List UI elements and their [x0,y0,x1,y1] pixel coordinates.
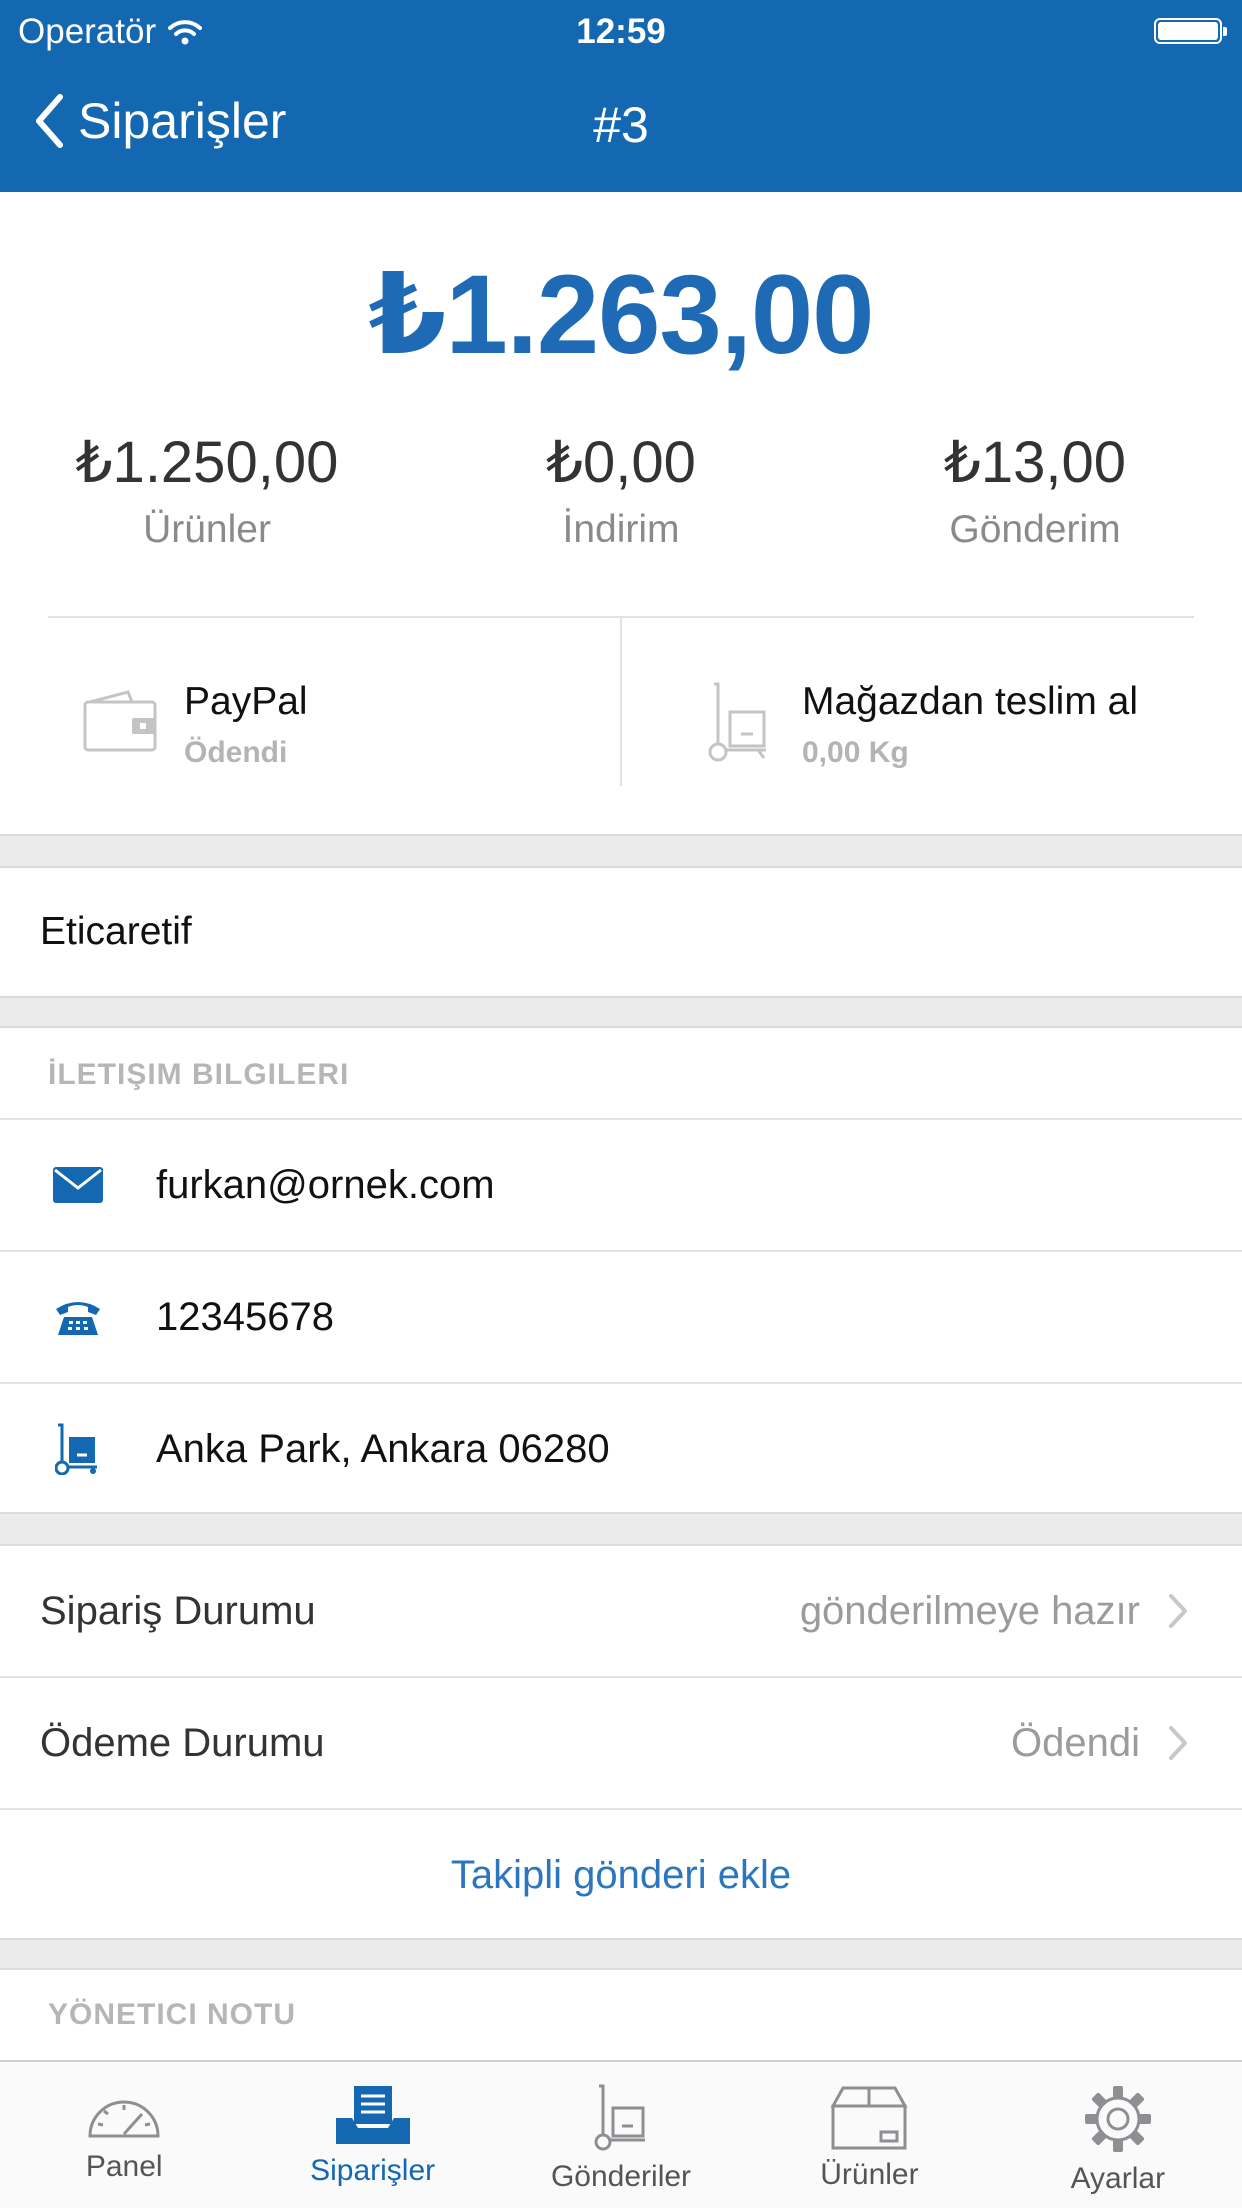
contact-email: furkan@ornek.com [156,1162,495,1207]
payment-info: PayPal Ödendi [82,680,308,770]
wallet-icon [83,690,157,752]
tab-label: Gönderiler [550,2160,692,2193]
order-status-row[interactable]: Sipariş Durumu gönderilmeye hazır [0,1546,1242,1676]
section-gap [0,1512,1242,1546]
tab-label: Siparişler [310,2154,436,2187]
contact-email-row[interactable]: furkan@ornek.com [0,1120,1242,1250]
tab-shipments[interactable]: Gönderiler [497,2062,745,2208]
stat-products: ₺1.250,00 Ürünler [0,428,414,552]
payment-status-text: Ödendi [184,736,288,769]
contact-phone-row[interactable]: 12345678 [0,1252,1242,1382]
payment-status-row[interactable]: Ödeme Durumu Ödendi [0,1678,1242,1808]
gear-icon [1084,2086,1151,2152]
payment-shipping-info: PayPal Ödendi Mağazdan teslim al 0,00 Kg [48,616,1194,786]
section-gap [0,834,1242,868]
status-bar: Operatör 12:59 [0,0,1242,60]
envelope-icon [53,1167,103,1203]
contact-section: İLETIŞIM BILGILERI furkan@ornek.com 1234… [0,1028,1242,1510]
customer-name: Eticaretif [40,910,192,953]
order-status-label: Sipariş Durumu [40,1588,316,1633]
tab-orders[interactable]: Siparişler [248,2062,496,2208]
tab-settings[interactable]: Ayarlar [994,2062,1242,2208]
tab-label: Ayarlar [1070,2162,1166,2195]
tab-label: Ürünler [820,2158,919,2191]
tab-products[interactable]: Ürünler [745,2062,993,2208]
hand-truck-icon [594,2084,646,2151]
tab-panel[interactable]: Panel [0,2062,248,2208]
contact-section-header: İLETIŞIM BILGILERI [48,1058,350,1091]
status-time: 12:59 [576,12,666,51]
page-title: #3 [593,97,649,153]
section-gap [0,996,1242,1028]
contact-phone: 12345678 [156,1294,334,1339]
stat-label: İndirim [562,508,680,551]
admin-note-section: YÖNETICI NOTU [0,1970,1242,2062]
customer-row: Eticaretif [0,868,1242,996]
stat-amount: ₺13,00 [943,430,1127,495]
stat-amount: ₺1.250,00 [75,430,339,495]
hand-truck-icon [708,682,766,762]
battery-icon [1154,18,1227,44]
divider [620,618,622,786]
stat-shipping: ₺13,00 Gönderim [828,428,1242,552]
stat-label: Gönderim [949,508,1121,551]
phone-icon [56,1302,100,1335]
contact-address: Anka Park, Ankara 06280 [156,1426,610,1471]
app-header: Operatör 12:59 Siparişler #3 [0,0,1242,192]
shipping-info: Mağazdan teslim al 0,00 Kg [708,680,1138,770]
stat-amount: ₺0,00 [546,430,696,495]
chevron-right-icon [1169,1594,1187,1628]
tab-label: Panel [85,2150,163,2183]
status-section: Sipariş Durumu gönderilmeye hazır Ödeme … [0,1546,1242,1938]
payment-method: PayPal [184,680,308,723]
chevron-right-icon [1169,1726,1187,1760]
gauge-icon [88,2100,160,2138]
shipping-weight: 0,00 Kg [802,736,909,769]
hand-truck-icon [55,1423,97,1475]
order-breakdown: ₺1.250,00 Ürünler ₺0,00 İndirim ₺13,00 G… [0,428,1242,558]
stat-label: Ürünler [143,508,271,551]
tab-bar: Panel Siparişler Gönderiler Ürünler Ayar… [0,2060,1242,2208]
payment-status-label: Ödeme Durumu [40,1720,325,1765]
contact-address-row[interactable]: Anka Park, Ankara 06280 [0,1384,1242,1514]
order-status-value: gönderilmeye hazır [799,1588,1140,1633]
orders-tray-icon [335,2086,410,2144]
order-total: ₺1.263,00 [368,252,875,377]
nav-bar: Siparişler #3 [0,86,1242,166]
box-icon [830,2086,908,2150]
admin-note-header: YÖNETICI NOTU [48,1998,297,2031]
stat-discount: ₺0,00 İndirim [414,428,828,552]
add-tracking-button[interactable]: Takipli gönderi ekle [0,1810,1242,1940]
payment-status-value: Ödendi [1011,1720,1140,1765]
shipping-method: Mağazdan teslim al [802,680,1138,723]
section-gap [0,1938,1242,1970]
